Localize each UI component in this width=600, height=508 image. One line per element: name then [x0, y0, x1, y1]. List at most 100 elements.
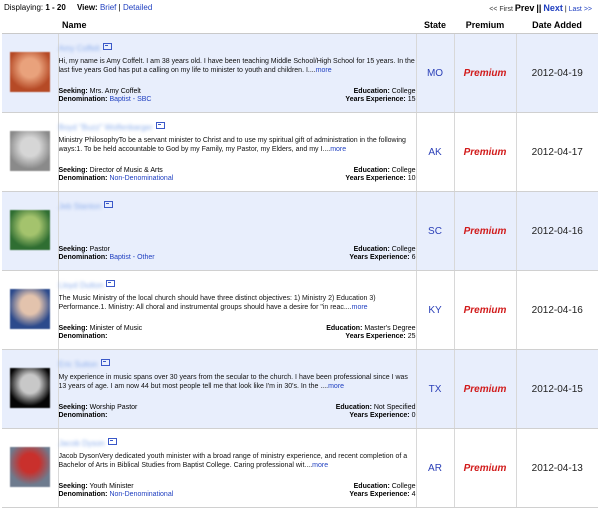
state-cell[interactable]: AK	[415, 112, 454, 192]
profile-card-icon[interactable]	[107, 437, 117, 445]
profile-card-icon[interactable]	[104, 200, 114, 208]
denomination-label: Denomination:	[58, 332, 108, 340]
candidate-name-link[interactable]: Amy Coffelt	[59, 42, 416, 54]
state-cell[interactable]: SC	[415, 191, 454, 271]
premium-badge: Premium	[453, 33, 516, 113]
photo-cell	[2, 33, 58, 113]
education-label: Education:	[335, 403, 372, 411]
education-value: Master's Degree	[364, 324, 416, 332]
candidate-name[interactable]: Jacob Dyson	[59, 438, 105, 449]
table-row[interactable]: Lloyd Dutton The Music Ministry of the l…	[2, 270, 598, 350]
seeking-value: Mrs. Amy Coffelt	[89, 87, 141, 95]
candidate-name[interactable]: Amy Coffelt	[59, 43, 100, 54]
avatar[interactable]	[9, 447, 50, 487]
candidate-name[interactable]: Eric Sutton	[59, 359, 98, 370]
view-detailed-link[interactable]: Detailed	[123, 3, 152, 12]
candidate-description	[59, 215, 416, 242]
state-cell[interactable]: AR	[415, 428, 454, 508]
date-added-column-header[interactable]: Date Added	[516, 16, 598, 34]
photo-column-header	[2, 16, 58, 34]
view-brief-link[interactable]: Brief	[100, 3, 116, 12]
next-page-link[interactable]: Next	[543, 3, 563, 13]
table-row[interactable]: Jeb Stanton Seeking: Pastor Denomination…	[2, 191, 598, 271]
seeking-label: Seeking:	[58, 403, 88, 411]
profile-card-icon[interactable]	[106, 279, 116, 287]
denomination-link[interactable]: Baptist - SBC	[109, 96, 151, 103]
last-page-link[interactable]: Last >>	[569, 6, 592, 13]
more-link[interactable]: more	[330, 146, 346, 153]
candidate-name-link[interactable]: Lloyd Dutton	[59, 279, 416, 291]
denomination-label: Denomination:	[58, 174, 108, 182]
candidate-meta: Seeking: Youth Minister Denomination: No…	[59, 483, 416, 499]
date-added: 2012-04-13	[515, 428, 598, 508]
candidate-name-link[interactable]: Boyd "Buzz" Wolfenbarger	[59, 121, 416, 133]
education-value: College	[391, 482, 416, 490]
denomination-link[interactable]: Non-Denominational	[109, 175, 173, 182]
table-row[interactable]: Amy Coffelt Hi, my name is Amy Coffelt. …	[2, 33, 598, 113]
state-cell[interactable]: KY	[415, 270, 454, 350]
profile-card-icon[interactable]	[102, 42, 112, 50]
description-text: My experience in music spans over 30 yea…	[58, 373, 408, 390]
date-added: 2012-04-16	[515, 191, 598, 271]
table-row[interactable]: Boyd "Buzz" Wolfenbarger Ministry Philos…	[2, 112, 598, 192]
candidate-meta: Seeking: Director of Music & Arts Denomi…	[59, 167, 416, 183]
state-cell[interactable]: MO	[415, 33, 454, 113]
table-row[interactable]: Jacob Dyson Jacob DysonVery dedicated yo…	[2, 428, 598, 508]
description-text: Hi, my name is Amy Coffelt. I am 38 year…	[58, 57, 415, 74]
years-experience-value: 15	[407, 95, 416, 103]
years-experience-value: 25	[407, 332, 416, 340]
candidate-name[interactable]: Boyd "Buzz" Wolfenbarger	[59, 122, 153, 133]
more-link[interactable]: more	[352, 304, 368, 311]
meta-left: Seeking: Worship Pastor Denomination:	[59, 404, 138, 420]
seeking-label: Seeking:	[58, 324, 88, 332]
candidate-name[interactable]: Lloyd Dutton	[59, 280, 104, 291]
years-experience-value: 10	[407, 174, 416, 182]
displaying-range: 1 - 20	[45, 3, 66, 12]
meta-left: Seeking: Youth Minister Denomination: No…	[59, 483, 174, 499]
premium-column-header[interactable]: Premium	[454, 16, 516, 34]
table-row[interactable]: Eric Sutton My experience in music spans…	[2, 349, 598, 429]
denomination-label: Denomination:	[58, 490, 108, 498]
candidate-name-link[interactable]: Jeb Stanton	[59, 200, 416, 212]
candidate-meta: Seeking: Minister of Music Denomination:…	[59, 325, 416, 341]
first-page-link[interactable]: << First	[489, 6, 513, 13]
meta-right: Education: College Years Experience: 15	[345, 88, 415, 104]
state-cell[interactable]: TX	[415, 349, 454, 429]
candidate-name[interactable]: Jeb Stanton	[59, 201, 102, 212]
name-column-header[interactable]: Name	[58, 16, 416, 34]
years-experience-value: 0	[411, 411, 416, 419]
education-label: Education:	[353, 245, 390, 253]
more-link[interactable]: more	[312, 462, 328, 469]
avatar[interactable]	[9, 368, 50, 408]
candidate-description: The Music Ministry of the local church s…	[59, 294, 416, 321]
state-column-header[interactable]: State	[416, 16, 454, 34]
photo-cell	[2, 112, 58, 192]
meta-right: Education: College Years Experience: 6	[349, 246, 415, 262]
profile-card-icon[interactable]	[155, 121, 165, 129]
avatar[interactable]	[9, 131, 50, 171]
seeking-value: Minister of Music	[89, 324, 143, 332]
meta-left: Seeking: Minister of Music Denomination:	[59, 325, 143, 341]
denomination-label: Denomination:	[58, 411, 108, 419]
candidate-name-link[interactable]: Jacob Dyson	[59, 437, 416, 449]
displaying-label: Displaying:	[4, 3, 44, 12]
more-link[interactable]: more	[316, 67, 332, 74]
premium-badge: Premium	[453, 428, 516, 508]
years-experience-label: Years Experience:	[349, 411, 410, 419]
denomination-link[interactable]: Baptist - Other	[109, 254, 154, 261]
candidate-name-link[interactable]: Eric Sutton	[59, 358, 416, 370]
premium-badge: Premium	[453, 191, 516, 271]
avatar[interactable]	[9, 210, 50, 250]
profile-cell: Jacob Dyson Jacob DysonVery dedicated yo…	[57, 428, 416, 508]
avatar[interactable]	[9, 52, 50, 92]
years-experience-label: Years Experience:	[345, 95, 406, 103]
profile-card-icon[interactable]	[100, 358, 110, 366]
years-experience-label: Years Experience:	[349, 490, 410, 498]
date-added: 2012-04-19	[515, 33, 598, 113]
more-link[interactable]: more	[328, 383, 344, 390]
avatar[interactable]	[9, 289, 50, 329]
prev-page-link[interactable]: Prev	[515, 3, 535, 13]
education-label: Education:	[353, 482, 390, 490]
description-text: Ministry PhilosophyTo be a servant minis…	[58, 136, 406, 153]
denomination-link[interactable]: Non-Denominational	[109, 491, 173, 498]
